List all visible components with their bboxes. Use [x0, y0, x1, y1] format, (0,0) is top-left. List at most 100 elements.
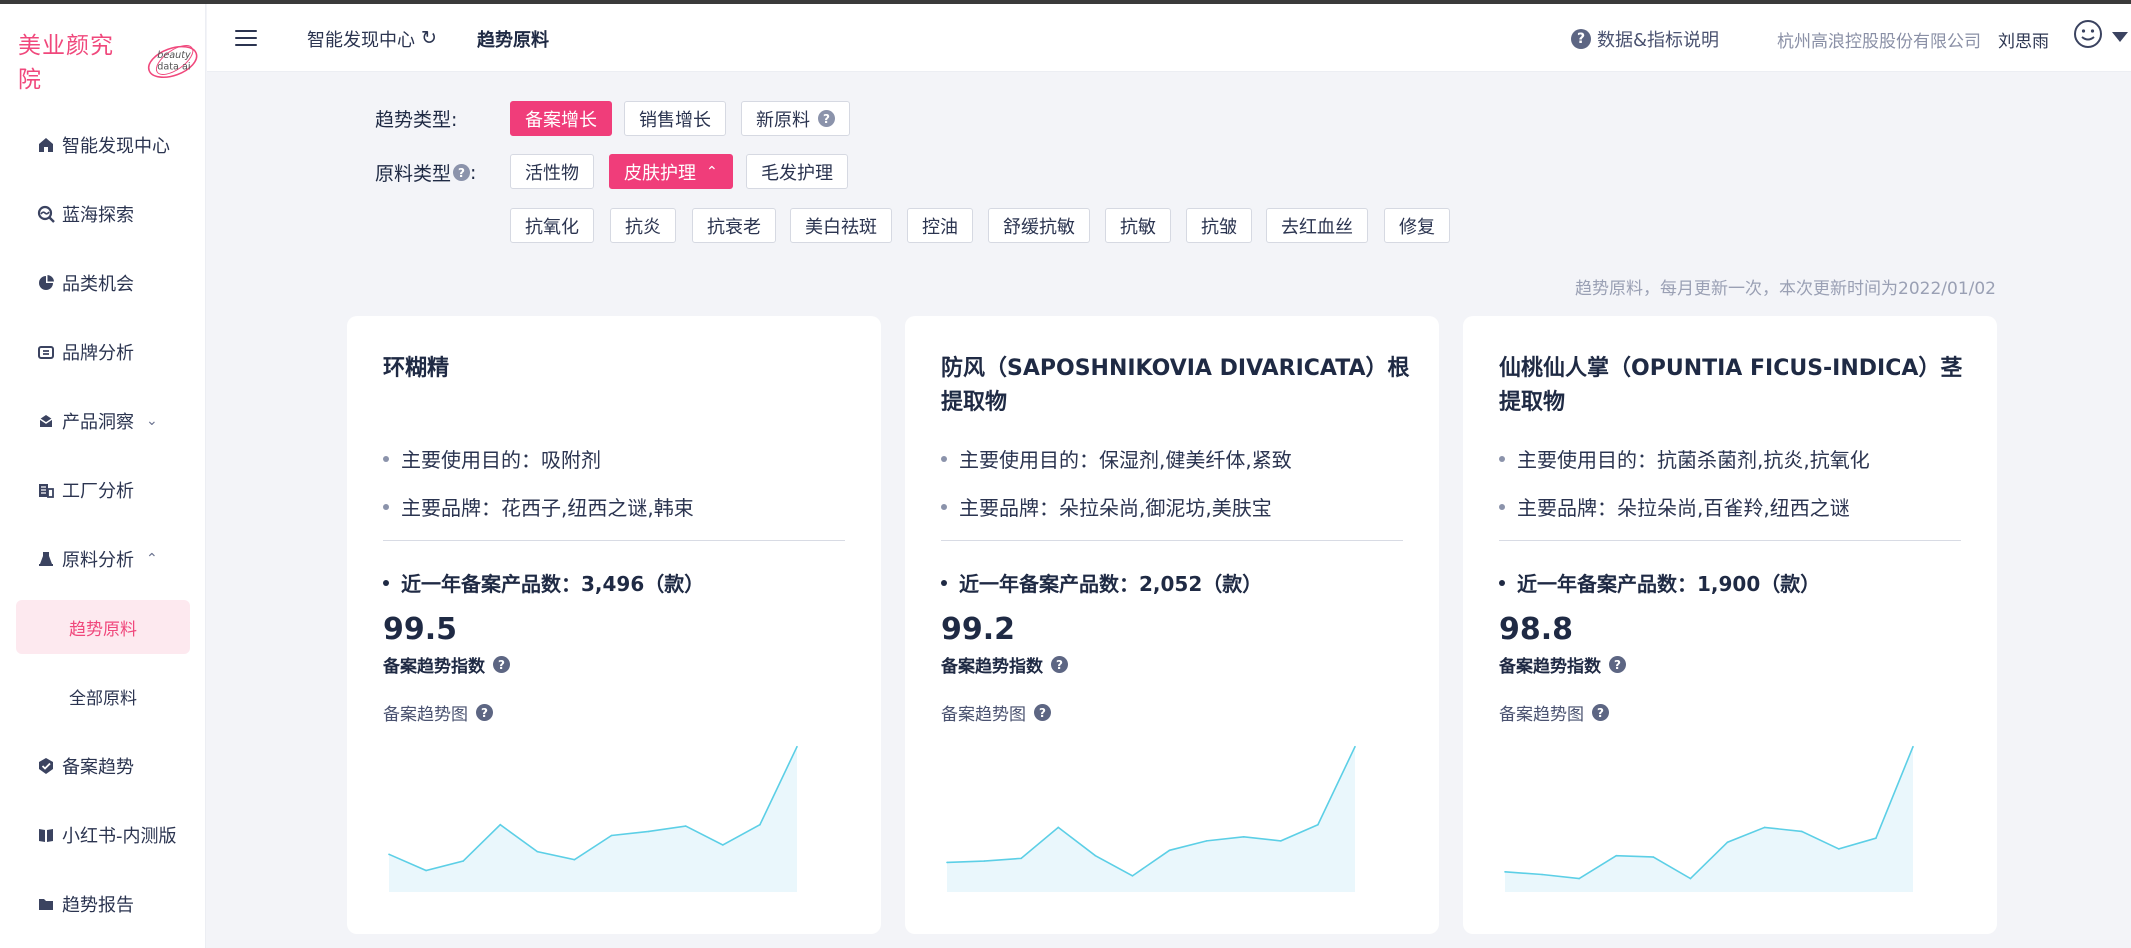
material-option-active[interactable]: 活性物: [510, 154, 594, 189]
sub-option-antioxidant[interactable]: 抗氧化: [510, 208, 594, 243]
trend-index-value: 99.5: [383, 612, 458, 647]
material-type-label: 原料类型 ? :: [375, 161, 477, 186]
menu-toggle-icon[interactable]: [235, 30, 257, 46]
sidebar-subitem-all-ingredients[interactable]: 全部原料: [0, 662, 206, 731]
sparkline-point: [946, 861, 948, 864]
main-purpose: 主要使用目的：抗菌杀菌剂,抗炎,抗氧化: [1499, 444, 1870, 473]
trend-sparkline-chart: [946, 745, 1356, 892]
ingredient-card[interactable]: 仙桃仙人掌（OPUNTIA FICUS-INDICA）茎提取物 主要使用目的：抗…: [1463, 316, 1997, 934]
sidebar-item-category[interactable]: 品类机会: [0, 248, 206, 317]
sub-option-oil-control[interactable]: 控油: [907, 208, 973, 243]
sparkline-point: [573, 858, 576, 861]
trend-option-filing-growth[interactable]: 备案增长: [510, 101, 612, 136]
sparkline-point: [536, 850, 539, 853]
company-name: 杭州高浪控股股份有限公司: [1777, 32, 1981, 52]
explore-icon: [37, 205, 55, 223]
sidebar-item-factory[interactable]: 工厂分析: [0, 455, 206, 524]
sidebar-nav: 智能发现中心 蓝海探索 品类机会 品牌分析 产品洞察 ⌄ 工厂分析 原料分析 ⌃: [0, 110, 206, 938]
sparkline-area: [389, 746, 797, 892]
factory-icon: [39, 483, 54, 498]
sub-option-whitening[interactable]: 美白祛斑: [790, 208, 892, 243]
sidebar-item-ingredient[interactable]: 原料分析 ⌃: [0, 524, 206, 593]
question-icon[interactable]: ?: [476, 704, 493, 721]
sparkline-point: [1763, 826, 1766, 829]
sparkline-point: [759, 823, 761, 826]
trend-chart-label: 备案趋势图?: [1499, 700, 1609, 725]
sidebar-subitem-trend-ingredients[interactable]: 趋势原料: [16, 600, 190, 654]
sparkline-point: [1726, 841, 1729, 844]
sidebar-item-label: 趋势报告: [62, 894, 134, 916]
trend-option-new-ingredient[interactable]: 新原料?: [741, 101, 850, 136]
question-icon[interactable]: ?: [1592, 704, 1609, 721]
sub-option-anti-inflammatory[interactable]: 抗炎: [610, 208, 676, 243]
sub-option-anti-allergy[interactable]: 抗敏: [1105, 208, 1171, 243]
sidebar-item-label: 产品洞察: [62, 411, 134, 433]
main-brands: 主要品牌：花西子,纽西之谜,韩束: [383, 492, 694, 521]
filing-count: 近一年备案产品数：3,496（款）: [383, 568, 704, 597]
sparkline-point: [462, 860, 464, 862]
question-icon[interactable]: ?: [1609, 656, 1626, 673]
sparkline-point: [1689, 877, 1692, 880]
sparkline-point: [796, 745, 798, 748]
question-icon[interactable]: ?: [493, 656, 510, 673]
ingredient-card[interactable]: 防风（SAPOSHNIKOVIA DIVARICATA）根提取物 主要使用目的：…: [905, 316, 1439, 934]
book-icon: [39, 828, 53, 842]
home-icon: [39, 137, 53, 152]
sidebar-item-trend-report[interactable]: 趋势报告: [0, 869, 206, 938]
folder-icon: [39, 898, 53, 910]
material-option-skin-care[interactable]: 皮肤护理 ⌃: [609, 154, 733, 189]
sidebar-item-smart-discovery[interactable]: 智能发现中心: [0, 110, 206, 179]
sparkline-point: [1354, 745, 1356, 748]
ingredient-card[interactable]: 环糊精 主要使用目的：吸附剂 主要品牌：花西子,纽西之谜,韩束 近一年备案产品数…: [347, 316, 881, 934]
sidebar-item-label: 品牌分析: [62, 342, 134, 364]
question-icon[interactable]: ?: [1034, 704, 1051, 721]
sparkline-point: [1541, 873, 1543, 876]
sparkline-point: [1875, 837, 1877, 839]
logo-mark-icon: beauty data ai: [147, 45, 198, 78]
sparkline-point: [1094, 854, 1097, 857]
trend-index-value: 98.8: [1499, 612, 1574, 647]
sidebar-item-filing-trend[interactable]: 备案趋势: [0, 731, 206, 800]
sidebar-item-blue-ocean[interactable]: 蓝海探索: [0, 179, 206, 248]
logo-text: 美业颜究院: [18, 33, 114, 93]
logo[interactable]: 美业颜究院 beauty data ai: [18, 32, 205, 93]
sparkline-point: [1800, 830, 1803, 833]
sparkline-point: [1504, 871, 1506, 873]
breadcrumb-current: 趋势原料: [477, 30, 549, 51]
trend-sparkline-chart: [388, 745, 798, 892]
trend-index-label: 备案趋势指数?: [941, 652, 1068, 677]
question-icon: ?: [1571, 29, 1591, 49]
divider: [941, 540, 1403, 541]
breadcrumb-home[interactable]: 智能发现中心: [307, 26, 415, 52]
sidebar-item-brand[interactable]: 品牌分析: [0, 317, 206, 386]
sidebar-item-label: 小红书-内测版: [62, 825, 177, 847]
sidebar-item-label: 蓝海探索: [62, 204, 134, 226]
filing-count: 近一年备案产品数：2,052（款）: [941, 568, 1262, 597]
sparkline-point: [684, 825, 687, 827]
product-icon: [39, 414, 53, 427]
question-icon: ?: [818, 110, 835, 127]
ingredient-title: 环糊精: [383, 356, 450, 381]
sidebar-item-product[interactable]: 产品洞察 ⌄: [0, 386, 206, 455]
data-help-link[interactable]: ? 数据&指标说明: [1571, 26, 1719, 52]
sub-option-anti-aging[interactable]: 抗衰老: [692, 208, 776, 243]
sidebar-item-xiaohongshu[interactable]: 小红书-内测版: [0, 800, 206, 869]
brand-icon: [38, 345, 54, 359]
ingredient-icon: [39, 551, 53, 566]
refresh-icon[interactable]: ↻: [421, 27, 437, 49]
material-option-hair-care[interactable]: 毛发护理: [746, 154, 848, 189]
sidebar-item-label: 品类机会: [62, 273, 134, 295]
sparkline-point: [1652, 856, 1655, 858]
check-badge-icon: [39, 757, 53, 774]
svg-text:data ai: data ai: [157, 62, 190, 73]
trend-option-sales-growth[interactable]: 销售增长: [624, 101, 726, 136]
avatar[interactable]: [2073, 19, 2103, 49]
question-icon[interactable]: ?: [1051, 656, 1068, 673]
trend-chart-label: 备案趋势图?: [941, 700, 1051, 725]
main-brands: 主要品牌：朵拉朵尚,百雀羚,纽西之谜: [1499, 492, 1850, 521]
user-menu-caret-icon[interactable]: [2112, 32, 2128, 42]
sub-option-anti-wrinkle[interactable]: 抗皱: [1186, 208, 1252, 243]
sub-option-anti-redness[interactable]: 去红血丝: [1266, 208, 1368, 243]
sub-option-repair[interactable]: 修复: [1384, 208, 1450, 243]
sub-option-soothing[interactable]: 舒缓抗敏: [988, 208, 1090, 243]
